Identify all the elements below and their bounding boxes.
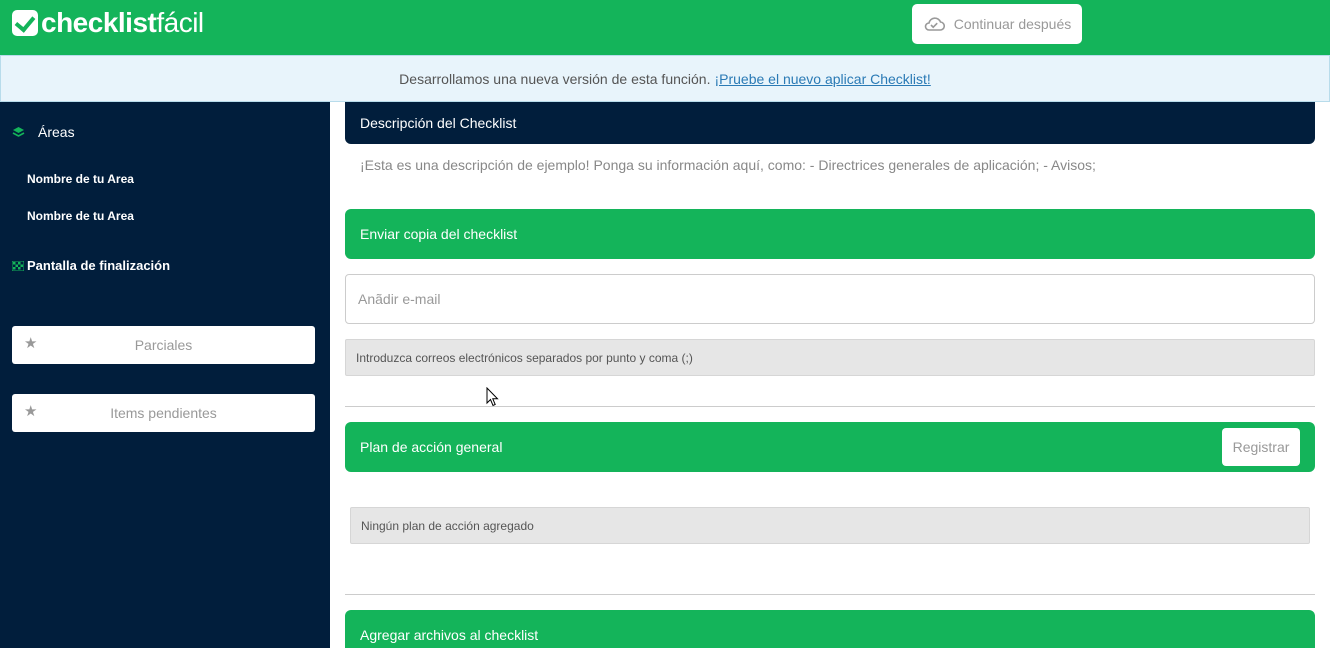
continue-later-label: Continuar después — [953, 16, 1072, 32]
checkered-flag-icon — [12, 260, 24, 271]
pending-items-label: Items pendientes — [110, 405, 217, 421]
action-plan-title: Plan de acción general — [360, 439, 503, 455]
action-plan-header: Plan de acción general Registrar — [345, 422, 1315, 472]
sidebar-item-area[interactable]: Nombre de tu Area — [27, 172, 134, 186]
description-header: Descripción del Checklist — [345, 102, 1315, 144]
main-content: Descripción del Checklist ¡Esta es una d… — [330, 102, 1330, 648]
star-icon: ★ — [24, 403, 38, 420]
email-hint: Introduzca correos electrónicos separado… — [345, 339, 1315, 376]
description-text: ¡Esta es una descripción de ejemplo! Pon… — [360, 157, 1096, 173]
register-button[interactable]: Registrar — [1222, 428, 1300, 466]
notice-banner: Desarrollamos una nueva versión de esta … — [0, 55, 1330, 102]
star-icon: ★ — [24, 335, 38, 352]
email-input[interactable] — [345, 274, 1315, 324]
banner-text: Desarrollamos una nueva versión de esta … — [399, 70, 711, 87]
sidebar: Áreas Nombre de tu Area Nombre de tu Are… — [0, 102, 330, 648]
banner-link[interactable]: ¡Pruebe el nuevo aplicar Checklist! — [714, 71, 930, 87]
description-title: Descripción del Checklist — [360, 115, 517, 131]
partials-button[interactable]: ★ Parciales — [12, 326, 315, 364]
sidebar-areas-heading[interactable]: Áreas — [12, 124, 75, 140]
sidebar-item-finalization[interactable]: Pantalla de finalización — [12, 258, 170, 273]
partials-label: Parciales — [134, 337, 193, 353]
send-copy-title: Enviar copia del checklist — [360, 226, 518, 242]
attach-files-title: Agregar archivos al checklist — [360, 627, 539, 643]
no-action-plan-message: Ningún plan de acción agregado — [350, 507, 1310, 544]
app-logo[interactable]: checklistfácil — [12, 8, 204, 38]
mouse-cursor-icon — [486, 387, 499, 407]
divider — [345, 594, 1315, 595]
top-bar: checklistfácil Continuar después — [0, 0, 1330, 55]
sidebar-areas-label: Áreas — [38, 124, 75, 140]
checklist-logo-icon — [12, 10, 38, 36]
cloud-check-icon — [924, 17, 945, 31]
pending-items-button[interactable]: ★ Items pendientes — [12, 394, 315, 432]
send-copy-header: Enviar copia del checklist — [345, 209, 1315, 259]
continue-later-button[interactable]: Continuar después — [912, 4, 1082, 44]
sidebar-finalization-label: Pantalla de finalización — [27, 258, 171, 273]
logo-text: checklistfácil — [41, 7, 204, 38]
attach-files-header[interactable]: Agregar archivos al checklist — [345, 610, 1315, 648]
layers-icon — [12, 126, 25, 137]
sidebar-item-area[interactable]: Nombre de tu Area — [27, 209, 134, 223]
